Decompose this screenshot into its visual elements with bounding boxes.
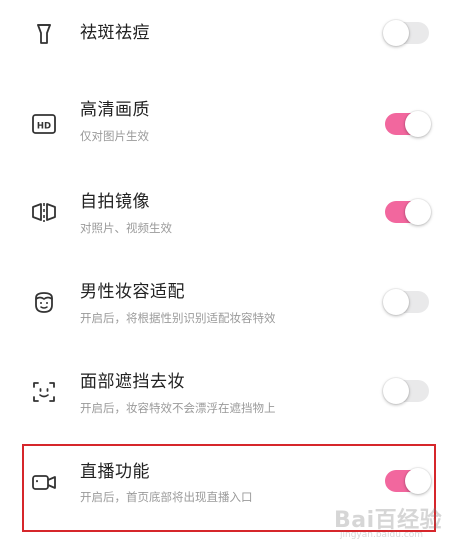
setting-title: 男性妆容适配	[80, 282, 185, 302]
live-stream-toggle[interactable]	[385, 468, 431, 494]
toggle-knob	[405, 111, 431, 137]
setting-title: 面部遮挡去妆	[80, 372, 185, 392]
spot-removal-icon	[30, 19, 58, 47]
setting-row-selfie-mirror: 自拍镜像 对照片、视频生效	[0, 186, 472, 276]
male-face-icon	[30, 288, 58, 316]
setting-row-spot-removal: 祛斑祛痘	[0, 0, 472, 90]
setting-title: 自拍镜像	[80, 192, 150, 212]
hd-quality-toggle[interactable]	[385, 111, 431, 137]
setting-title: 高清画质	[80, 100, 150, 120]
toggle-knob	[383, 289, 409, 315]
mirror-icon	[30, 198, 58, 226]
video-camera-icon	[30, 468, 58, 496]
setting-row-hd-quality: HD 高清画质 仅对图片生效	[0, 90, 472, 180]
setting-row-male-makeup: 男性妆容适配 开启后，将根据性别识别适配妆容特效	[0, 272, 472, 362]
face-scan-icon	[30, 378, 58, 406]
toggle-knob	[383, 378, 409, 404]
hd-icon-label: HD	[37, 122, 51, 132]
setting-subtitle: 开启后，首页底部将出现直播入口	[80, 490, 253, 504]
toggle-knob	[383, 20, 409, 46]
setting-row-face-occlusion: 面部遮挡去妆 开启后，妆容特效不会漂浮在遮挡物上	[0, 362, 472, 452]
setting-title: 直播功能	[80, 462, 150, 482]
setting-subtitle: 开启后，妆容特效不会漂浮在遮挡物上	[80, 401, 276, 415]
settings-list: 祛斑祛痘 HD 高清画质 仅对图片生效 自拍镜像 对照片、视频生效 男性妆容适配…	[0, 0, 472, 550]
setting-subtitle: 对照片、视频生效	[80, 221, 172, 235]
setting-subtitle: 开启后，将根据性别识别适配妆容特效	[80, 311, 276, 325]
hd-icon: HD	[30, 110, 58, 138]
male-makeup-toggle[interactable]	[383, 289, 429, 315]
setting-row-live-stream: 直播功能 开启后，首页底部将出现直播入口	[0, 452, 472, 542]
spot-removal-toggle[interactable]	[383, 20, 429, 46]
face-occlusion-toggle[interactable]	[383, 378, 429, 404]
toggle-knob	[405, 199, 431, 225]
setting-title: 祛斑祛痘	[80, 23, 150, 43]
selfie-mirror-toggle[interactable]	[385, 199, 431, 225]
toggle-knob	[405, 468, 431, 494]
setting-subtitle: 仅对图片生效	[80, 129, 149, 143]
